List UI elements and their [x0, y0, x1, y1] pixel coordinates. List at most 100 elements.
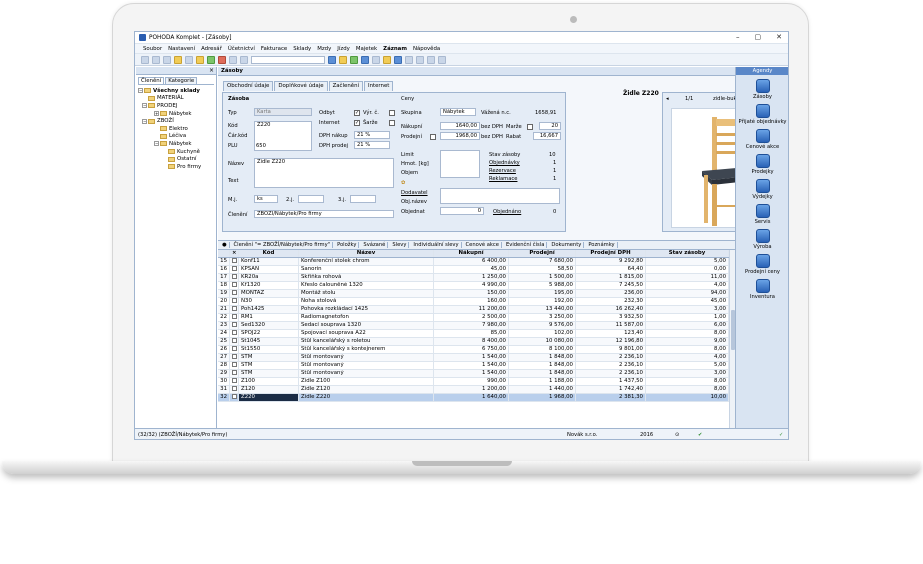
typ-select[interactable]: Karta [254, 108, 312, 116]
menu-sklady[interactable]: Sklady [293, 46, 311, 52]
agenda-item-cenove-akce[interactable]: Cenové akce [736, 129, 788, 150]
table-row[interactable]: 15 Konf11 Konferenční stolek chrom 6 400,00… [218, 258, 729, 266]
collapse-icon[interactable]: − [138, 88, 143, 94]
tab-individualni-slevy[interactable]: Individuální slevy [411, 242, 462, 248]
skupina-select[interactable]: Nábytek [440, 108, 476, 116]
tree-node[interactable]: − Všechny sklady [138, 87, 214, 95]
row-checkbox[interactable] [230, 266, 239, 273]
tree-node[interactable]: − ZBOŽÍ [138, 117, 214, 125]
expand-icon[interactable]: + [154, 111, 159, 117]
tree-node[interactable]: Pro firmy [138, 163, 214, 171]
table-row[interactable]: 18 Kř1320 Křeslo čalouněné 1320 4 990,00 5 9… [218, 282, 729, 290]
grid-icon[interactable] [427, 55, 435, 64]
agenda-item-vyroba[interactable]: Výroba [736, 229, 788, 250]
table-row[interactable]: 26 St1550 Stůl kancelářský s kontejnerem 6 … [218, 346, 729, 354]
open-folder-icon[interactable] [339, 55, 347, 64]
row-checkbox[interactable] [230, 314, 239, 321]
tree-node[interactable]: + Nábytek [138, 110, 214, 118]
row-checkbox[interactable] [230, 258, 239, 265]
tree-node[interactable]: MATERIÁL [138, 95, 214, 103]
refresh-icon[interactable] [350, 55, 358, 64]
add-icon[interactable] [207, 55, 215, 64]
cleneni-select[interactable]: ZBOŽÍ/Nábytek/Pro firmy [254, 210, 394, 218]
limit-box[interactable] [440, 150, 480, 178]
table-row[interactable]: 27 STM Stůl montovaný 1 540,00 1 848,00 2 236… [218, 354, 729, 362]
row-checkbox[interactable] [230, 354, 239, 361]
col-stav[interactable]: Stav zásoby [646, 250, 729, 257]
calculator-icon[interactable] [361, 55, 369, 64]
col-prodejni[interactable]: Prodejní [509, 250, 576, 257]
table-row[interactable]: 23 Sed1320 Sedací souprava 1320 7 980,00 9 5… [218, 322, 729, 330]
delete-icon[interactable] [218, 55, 226, 64]
tab-polozky[interactable]: Položky [335, 242, 360, 248]
menu-ucetnictvi[interactable]: Účetnictví [228, 46, 255, 52]
tree-node[interactable]: Ostatní [138, 155, 214, 163]
row-checkbox[interactable] [230, 298, 239, 305]
tree-node[interactable]: Kuchyně [138, 148, 214, 156]
collapse-icon[interactable]: − [142, 103, 147, 109]
edit-icon[interactable] [196, 55, 204, 64]
save-icon[interactable] [229, 55, 237, 64]
filter-icon[interactable] [328, 55, 336, 64]
table-row[interactable]: 28 STM Stůl montovaný 1 540,00 1 848,00 2 236… [218, 362, 729, 370]
layout-icon[interactable] [416, 55, 424, 64]
marze-input[interactable]: 20 [539, 122, 561, 130]
col-prodejni-dph[interactable]: Prodejní DPH [576, 250, 646, 257]
table-row[interactable]: 24 SPOJ22 Spojovací souprava A22 85,00 102,0… [218, 330, 729, 338]
table-row[interactable]: 30 Z100 Židle Z100 990,00 1 188,00 1 437,50 8,… [218, 378, 729, 386]
tab-evidencni-cisla[interactable]: Evidenční čísla [504, 242, 548, 248]
minimize-button[interactable]: – [736, 33, 740, 41]
objednano-link[interactable]: Objednáno [493, 209, 521, 215]
report-icon[interactable] [372, 55, 380, 64]
col-nakupni[interactable]: Nákupní [434, 250, 509, 257]
agenda-item-zasoby[interactable]: Zásoby [736, 79, 788, 100]
objednat-input[interactable]: 0 [440, 207, 484, 215]
tab-cleneni-filter[interactable]: Členění "= ZBOŽÍ/Nábytek/Pro firmy" [232, 242, 334, 248]
vyr-extra-checkbox[interactable] [389, 110, 395, 116]
tab-zacleneni[interactable]: Začlenění [328, 81, 363, 91]
tab-obchodni-udaje[interactable]: Obchodní údaje [223, 81, 274, 91]
table-row[interactable]: 31 Z120 Židle Z120 1 200,00 1 440,00 1 742,40… [218, 386, 729, 394]
collapse-icon[interactable]: − [142, 118, 147, 124]
table-row[interactable]: 32 Z220 Židle Z220 1 640,00 1 968,00 2 381,30… [218, 394, 729, 402]
col-nazev[interactable]: Název [299, 250, 434, 257]
tab-internet[interactable]: Internet [363, 81, 394, 91]
objednavky-link[interactable]: Objednávky [489, 160, 520, 166]
gift-icon[interactable]: ✿ [401, 180, 405, 186]
tab-svazane[interactable]: Svázané [361, 242, 389, 248]
menu-adresar[interactable]: Adresář [201, 46, 222, 52]
tools-icon[interactable] [438, 55, 446, 64]
row-checkbox[interactable] [230, 370, 239, 377]
prodejni-checkbox[interactable] [430, 134, 436, 140]
tj-input[interactable] [350, 195, 376, 203]
dodavatel-input[interactable] [440, 188, 560, 204]
zj-input[interactable] [298, 195, 324, 203]
paste-icon[interactable] [163, 55, 171, 64]
rabat-input[interactable]: 16,667 [533, 132, 561, 140]
tree-node[interactable]: Elektro [138, 125, 214, 133]
row-checkbox[interactable] [230, 306, 239, 313]
menu-nastaveni[interactable]: Nastavení [168, 46, 195, 52]
tab-dokumenty[interactable]: Dokumenty [549, 242, 585, 248]
marze-checkbox[interactable] [527, 124, 533, 130]
chart-icon[interactable] [394, 55, 402, 64]
agenda-item-prodejky[interactable]: Prodejky [736, 154, 788, 175]
table-row[interactable]: 16 KPSAN Sanorin 45,00 58,50 64,40 0,00 [218, 266, 729, 274]
dodavatel-link[interactable]: Dodavatel [401, 190, 428, 196]
agenda-item-servis[interactable]: Servis [736, 204, 788, 225]
tree-node[interactable]: Léčiva [138, 133, 214, 141]
agenda-item-prodejni-ceny[interactable]: Prodejní ceny [736, 254, 788, 275]
dph-prodej-select[interactable]: 21 % [354, 141, 390, 149]
table-row[interactable]: 19 MONTAZ Montáž stolu 150,00 195,00 236,00 94… [218, 290, 729, 298]
table-row[interactable]: 21 Poh1425 Pohovka rozkládací 1425 11 200,0… [218, 306, 729, 314]
table-scrollbar[interactable] [729, 250, 735, 428]
close-button[interactable]: ✕ [776, 33, 782, 41]
menu-majetek[interactable]: Majetek [356, 46, 377, 52]
menu-jizdy[interactable]: Jízdy [337, 46, 350, 52]
col-select[interactable]: × [230, 250, 239, 257]
menu-fakturace[interactable]: Fakturace [261, 46, 287, 52]
prev-image-button[interactable]: ◂ [666, 96, 669, 102]
close-panel-icon[interactable]: × [209, 67, 214, 74]
row-checkbox[interactable] [230, 322, 239, 329]
maximize-button[interactable]: ▢ [755, 33, 762, 41]
